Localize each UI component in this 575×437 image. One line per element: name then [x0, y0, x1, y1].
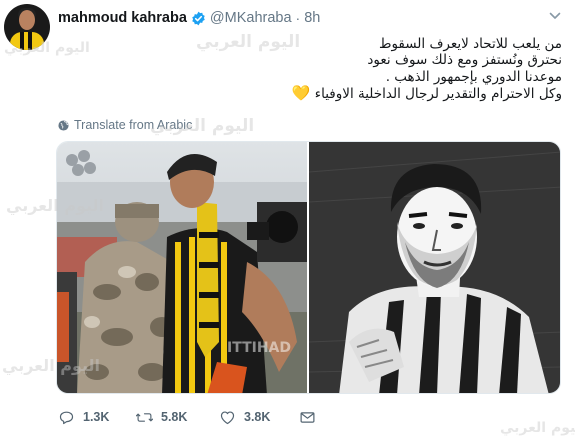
like-count: 3.8K — [244, 410, 271, 424]
author-name[interactable]: mahmoud kahraba — [58, 10, 187, 26]
stadium-photo[interactable]: ITTIHAD — [57, 142, 307, 394]
reply-button[interactable]: 1.3K — [58, 409, 109, 426]
sketch-portrait[interactable] — [309, 142, 561, 394]
tweet-text-line-last: وكل الاحترام والتقدير لرجال الداخلية الا… — [292, 85, 562, 102]
reply-icon — [59, 411, 74, 424]
watermark: اليوم العربي — [500, 420, 575, 436]
chevron-down-icon[interactable] — [548, 9, 562, 23]
like-button[interactable]: 3.8K — [219, 409, 270, 426]
envelope-icon — [300, 411, 315, 423]
retweet-icon — [136, 412, 153, 422]
retweet-count: 5.8K — [161, 410, 188, 424]
tweet-timestamp[interactable]: 8h — [304, 10, 320, 26]
retweet-button[interactable]: 5.8K — [136, 409, 187, 426]
watermark: اليوم العربي — [196, 32, 301, 52]
heart-icon — [220, 410, 235, 424]
translate-label: Translate from Arabic — [74, 118, 193, 132]
tweet-text-line: وكل الاحترام والتقدير لرجال الداخلية الا… — [314, 85, 562, 102]
direct-message-button[interactable] — [299, 409, 324, 426]
author-handle[interactable]: @MKahraba — [210, 10, 292, 26]
globe-icon — [58, 119, 69, 131]
separator-dot: · — [295, 10, 301, 26]
tweet-text-line: نحترق ونُستفز ومع ذلك سوف نعود — [367, 52, 562, 69]
verified-badge-icon — [192, 11, 205, 25]
tweet-header: mahmoud kahraba @MKahraba · 8h — [58, 8, 320, 28]
svg-text:ITTIHAD: ITTIHAD — [227, 340, 291, 356]
tweet-media[interactable]: ITTIHAD — [56, 141, 561, 394]
yellow-heart-emoji: 💛 — [291, 83, 311, 102]
author-avatar[interactable] — [4, 4, 50, 50]
tweet-text-line: موعدنا الدوري بإجمهور الذهب . — [385, 68, 562, 85]
reply-count: 1.3K — [83, 410, 110, 424]
tweet-text-line: من يلعب للاتحاد لايعرف السقوط — [378, 36, 562, 52]
tweet-text: من يلعب للاتحاد لايعرف السقوط نحترق ونُس… — [292, 36, 562, 102]
translate-link[interactable]: Translate from Arabic — [58, 118, 192, 132]
